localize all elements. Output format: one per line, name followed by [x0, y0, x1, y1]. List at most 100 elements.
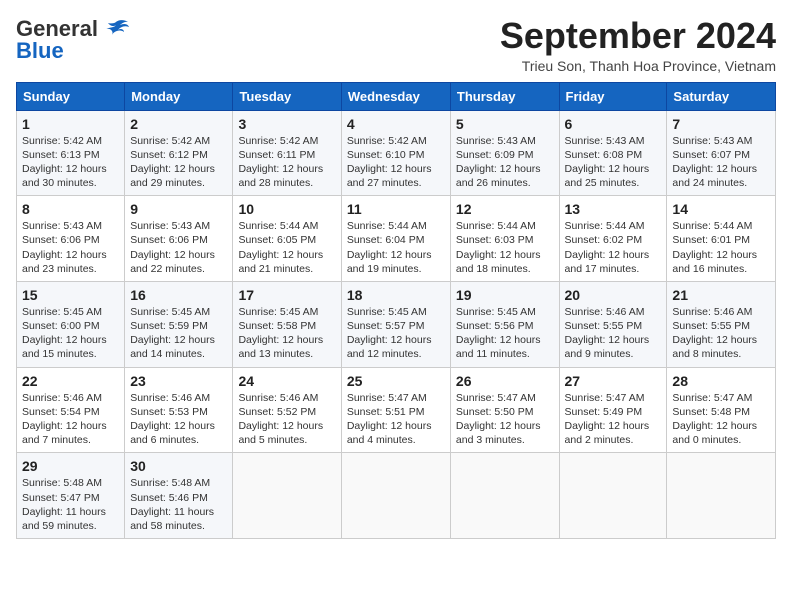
- day-info: Sunrise: 5:47 AMSunset: 5:51 PMDaylight:…: [347, 391, 445, 448]
- day-info: Sunrise: 5:46 AMSunset: 5:55 PMDaylight:…: [565, 305, 662, 362]
- day-number: 30: [130, 458, 227, 474]
- calendar-day-cell: 4Sunrise: 5:42 AMSunset: 6:10 PMDaylight…: [341, 110, 450, 196]
- day-info: Sunrise: 5:46 AMSunset: 5:53 PMDaylight:…: [130, 391, 227, 448]
- calendar-day-cell: 24 Sunrise: 5:46 AMSunset: 5:52 PMDayligh…: [233, 367, 341, 453]
- day-info: Sunrise: 5:47 AMSunset: 5:48 PMDaylight:…: [672, 391, 770, 448]
- day-number: 29: [22, 458, 119, 474]
- logo-bird-icon: [102, 18, 130, 40]
- location-subtitle: Trieu Son, Thanh Hoa Province, Vietnam: [500, 58, 776, 74]
- day-number: 26: [456, 373, 554, 389]
- title-block: September 2024 Trieu Son, Thanh Hoa Prov…: [500, 16, 776, 74]
- day-info: Sunrise: 5:46 AMSunset: 5:55 PMDaylight:…: [672, 305, 770, 362]
- empty-day-cell: [341, 453, 450, 539]
- day-info: Sunrise: 5:43 AMSunset: 6:06 PMDaylight:…: [130, 219, 227, 276]
- day-number: 6: [565, 116, 662, 132]
- day-number: 20: [565, 287, 662, 303]
- day-number: 1: [22, 116, 119, 132]
- calendar-day-cell: 1 Sunrise: 5:42 AMSunset: 6:13 PMDaylight…: [17, 110, 125, 196]
- day-info: Sunrise: 5:45 AMSunset: 6:00 PMDaylight:…: [22, 305, 119, 362]
- day-number: 5: [456, 116, 554, 132]
- calendar-day-cell: 17 Sunrise: 5:45 AMSunset: 5:58 PMDayligh…: [233, 281, 341, 367]
- calendar-day-cell: 11 Sunrise: 5:44 AMSunset: 6:04 PMDayligh…: [341, 196, 450, 282]
- logo-blue-text: Blue: [16, 38, 64, 64]
- empty-day-cell: [233, 453, 341, 539]
- calendar-day-cell: 18 Sunrise: 5:45 AMSunset: 5:57 PMDayligh…: [341, 281, 450, 367]
- day-number: 13: [565, 201, 662, 217]
- calendar-day-cell: 6 Sunrise: 5:43 AMSunset: 6:08 PMDaylight…: [559, 110, 667, 196]
- weekday-header-monday: Monday: [125, 82, 233, 110]
- calendar-week-row: 29 Sunrise: 5:48 AMSunset: 5:47 PMDayligh…: [17, 453, 776, 539]
- calendar-day-cell: 28 Sunrise: 5:47 AMSunset: 5:48 PMDayligh…: [667, 367, 776, 453]
- calendar-day-cell: 20 Sunrise: 5:46 AMSunset: 5:55 PMDayligh…: [559, 281, 667, 367]
- day-number: 15: [22, 287, 119, 303]
- calendar-day-cell: 5 Sunrise: 5:43 AMSunset: 6:09 PMDaylight…: [450, 110, 559, 196]
- calendar-day-cell: 16Sunrise: 5:45 AMSunset: 5:59 PMDayligh…: [125, 281, 233, 367]
- weekday-header-tuesday: Tuesday: [233, 82, 341, 110]
- day-info: Sunrise: 5:45 AMSunset: 5:58 PMDaylight:…: [238, 305, 335, 362]
- day-info: Sunrise: 5:46 AMSunset: 5:52 PMDaylight:…: [238, 391, 335, 448]
- calendar-week-row: 1 Sunrise: 5:42 AMSunset: 6:13 PMDaylight…: [17, 110, 776, 196]
- day-number: 22: [22, 373, 119, 389]
- day-info: Sunrise: 5:43 AMSunset: 6:06 PMDaylight:…: [22, 219, 119, 276]
- day-info: Sunrise: 5:47 AMSunset: 5:49 PMDaylight:…: [565, 391, 662, 448]
- day-info: Sunrise: 5:44 AMSunset: 6:04 PMDaylight:…: [347, 219, 445, 276]
- calendar-day-cell: 14Sunrise: 5:44 AMSunset: 6:01 PMDayligh…: [667, 196, 776, 282]
- calendar-day-cell: 15 Sunrise: 5:45 AMSunset: 6:00 PMDayligh…: [17, 281, 125, 367]
- calendar-day-cell: 3 Sunrise: 5:42 AMSunset: 6:11 PMDaylight…: [233, 110, 341, 196]
- day-number: 3: [238, 116, 335, 132]
- calendar-day-cell: 29 Sunrise: 5:48 AMSunset: 5:47 PMDayligh…: [17, 453, 125, 539]
- day-number: 9: [130, 201, 227, 217]
- day-number: 10: [238, 201, 335, 217]
- day-info: Sunrise: 5:45 AMSunset: 5:57 PMDaylight:…: [347, 305, 445, 362]
- day-info: Sunrise: 5:44 AMSunset: 6:05 PMDaylight:…: [238, 219, 335, 276]
- day-number: 18: [347, 287, 445, 303]
- day-number: 2: [130, 116, 227, 132]
- calendar-day-cell: 23 Sunrise: 5:46 AMSunset: 5:53 PMDayligh…: [125, 367, 233, 453]
- day-info: Sunrise: 5:48 AMSunset: 5:46 PMDaylight:…: [130, 476, 227, 533]
- weekday-header-saturday: Saturday: [667, 82, 776, 110]
- day-info: Sunrise: 5:42 AMSunset: 6:12 PMDaylight:…: [130, 134, 227, 191]
- day-info: Sunrise: 5:44 AMSunset: 6:03 PMDaylight:…: [456, 219, 554, 276]
- calendar-day-cell: 7Sunrise: 5:43 AMSunset: 6:07 PMDaylight…: [667, 110, 776, 196]
- day-number: 25: [347, 373, 445, 389]
- page-header: General Blue September 2024 Trieu Son, T…: [16, 16, 776, 74]
- calendar-week-row: 22 Sunrise: 5:46 AMSunset: 5:54 PMDayligh…: [17, 367, 776, 453]
- day-number: 23: [130, 373, 227, 389]
- weekday-header-thursday: Thursday: [450, 82, 559, 110]
- day-info: Sunrise: 5:43 AMSunset: 6:08 PMDaylight:…: [565, 134, 662, 191]
- calendar-day-cell: 8 Sunrise: 5:43 AMSunset: 6:06 PMDaylight…: [17, 196, 125, 282]
- day-number: 11: [347, 201, 445, 217]
- day-info: Sunrise: 5:43 AMSunset: 6:09 PMDaylight:…: [456, 134, 554, 191]
- day-number: 12: [456, 201, 554, 217]
- day-number: 16: [130, 287, 227, 303]
- day-info: Sunrise: 5:42 AMSunset: 6:11 PMDaylight:…: [238, 134, 335, 191]
- calendar-day-cell: 21Sunrise: 5:46 AMSunset: 5:55 PMDayligh…: [667, 281, 776, 367]
- weekday-header-wednesday: Wednesday: [341, 82, 450, 110]
- day-info: Sunrise: 5:48 AMSunset: 5:47 PMDaylight:…: [22, 476, 119, 533]
- day-info: Sunrise: 5:45 AMSunset: 5:56 PMDaylight:…: [456, 305, 554, 362]
- calendar-day-cell: 12 Sunrise: 5:44 AMSunset: 6:03 PMDayligh…: [450, 196, 559, 282]
- logo: General Blue: [16, 16, 130, 64]
- day-number: 17: [238, 287, 335, 303]
- day-number: 14: [672, 201, 770, 217]
- day-number: 8: [22, 201, 119, 217]
- calendar-day-cell: 19 Sunrise: 5:45 AMSunset: 5:56 PMDayligh…: [450, 281, 559, 367]
- calendar-day-cell: 22 Sunrise: 5:46 AMSunset: 5:54 PMDayligh…: [17, 367, 125, 453]
- day-info: Sunrise: 5:46 AMSunset: 5:54 PMDaylight:…: [22, 391, 119, 448]
- day-number: 19: [456, 287, 554, 303]
- calendar-day-cell: 27 Sunrise: 5:47 AMSunset: 5:49 PMDayligh…: [559, 367, 667, 453]
- empty-day-cell: [559, 453, 667, 539]
- day-number: 28: [672, 373, 770, 389]
- calendar-day-cell: 26Sunrise: 5:47 AMSunset: 5:50 PMDayligh…: [450, 367, 559, 453]
- day-number: 27: [565, 373, 662, 389]
- weekday-header-friday: Friday: [559, 82, 667, 110]
- day-number: 24: [238, 373, 335, 389]
- day-info: Sunrise: 5:42 AMSunset: 6:13 PMDaylight:…: [22, 134, 119, 191]
- weekday-header-row: SundayMondayTuesdayWednesdayThursdayFrid…: [17, 82, 776, 110]
- day-info: Sunrise: 5:42 AMSunset: 6:10 PMDaylight:…: [347, 134, 445, 191]
- calendar-day-cell: 10 Sunrise: 5:44 AMSunset: 6:05 PMDayligh…: [233, 196, 341, 282]
- empty-day-cell: [667, 453, 776, 539]
- calendar-day-cell: 13Sunrise: 5:44 AMSunset: 6:02 PMDayligh…: [559, 196, 667, 282]
- calendar-week-row: 15 Sunrise: 5:45 AMSunset: 6:00 PMDayligh…: [17, 281, 776, 367]
- day-number: 7: [672, 116, 770, 132]
